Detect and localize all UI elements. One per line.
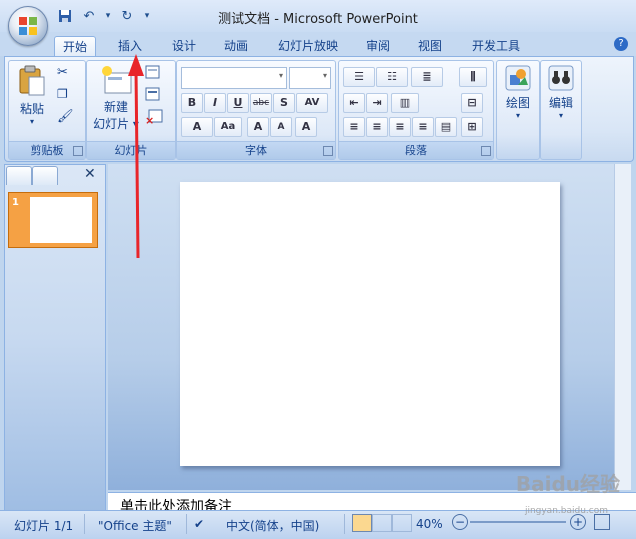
slide-thumbnail-preview [30, 197, 92, 243]
decrease-indent-button[interactable]: ⇤ [343, 93, 365, 113]
copy-icon[interactable]: ❐ [57, 87, 68, 101]
font-size-combo[interactable]: ▾ [289, 67, 331, 89]
language-status[interactable]: 中文(简体，中国) [226, 517, 319, 534]
drawing-label: 绘图 [505, 96, 530, 110]
tab-home[interactable]: 开始 [54, 36, 97, 57]
line-spacing-button[interactable]: ≣ [411, 67, 443, 87]
underline-button[interactable]: U [227, 93, 249, 113]
font-group: ▾ ▾ B I U abc S AV A Aa A A A 字体 [176, 60, 336, 160]
grow-font-button[interactable]: A [247, 117, 269, 137]
paragraph-group: ☰ ☷ ≣ ⫼ ⇤ ⇥ ▥ ⊟ ≡ ≡ ≡ ≡ ▤ ⊞ 段落 [338, 60, 494, 160]
drawing-group: 绘图 ▾ [496, 60, 540, 160]
zoom-out-icon[interactable]: − [452, 514, 468, 530]
strikethrough-button[interactable]: abc [250, 93, 272, 113]
justify-button[interactable]: ≡ [412, 117, 434, 137]
tab-view[interactable]: 视图 [410, 36, 450, 56]
window-controls [558, 0, 636, 18]
editing-group: 编辑 ▾ [540, 60, 582, 160]
change-case-button[interactable]: Aa [214, 117, 242, 137]
paste-button[interactable]: 粘贴 ▾ [15, 65, 49, 126]
binoculars-icon [548, 65, 574, 91]
slide-canvas[interactable] [180, 182, 560, 466]
clear-formatting-button[interactable]: A [295, 117, 317, 137]
close-button[interactable] [610, 0, 636, 18]
outline-tab-icon[interactable] [32, 166, 58, 185]
bullets-button[interactable]: ☰ [343, 67, 375, 87]
maximize-button[interactable] [584, 0, 610, 18]
font-group-label: 字体 [177, 141, 335, 159]
slide-sorter-view-icon[interactable] [372, 514, 392, 532]
format-painter-icon[interactable]: 🖌 [57, 109, 74, 124]
zoom-level[interactable]: 40% [416, 517, 443, 531]
cut-icon[interactable]: ✂ [57, 65, 68, 80]
editing-button[interactable]: 编辑 ▾ [542, 65, 580, 120]
tab-review[interactable]: 审阅 [358, 36, 398, 56]
center-button[interactable]: ≡ [366, 117, 388, 137]
distributed-button[interactable]: ▤ [435, 117, 457, 137]
close-pane-icon[interactable]: ✕ [84, 166, 96, 182]
numbering-button[interactable]: ☷ [376, 67, 408, 87]
zoom-slider[interactable] [470, 521, 566, 523]
shapes-icon [505, 65, 531, 91]
align-left-button[interactable]: ≡ [343, 117, 365, 137]
office-button[interactable] [8, 6, 48, 46]
tab-animations[interactable]: 动画 [216, 36, 256, 56]
status-separator [84, 514, 85, 534]
columns-button[interactable]: ▥ [391, 93, 419, 113]
editing-label: 编辑 [548, 96, 573, 110]
increase-indent-button[interactable]: ⇥ [366, 93, 388, 113]
zoom-in-icon[interactable]: + [570, 514, 586, 530]
slide-thumbnail[interactable]: 1 [8, 192, 98, 248]
status-separator [186, 514, 187, 534]
italic-button[interactable]: I [204, 93, 226, 113]
slides-tab-icon[interactable] [6, 166, 32, 185]
character-spacing-button[interactable]: AV [296, 93, 328, 113]
help-icon[interactable]: ? [614, 37, 628, 51]
smartart-button[interactable]: ⊞ [461, 117, 483, 137]
minimize-button[interactable] [558, 0, 584, 18]
office-logo-icon [19, 17, 37, 35]
window-title: 测试文档 - Microsoft PowerPoint [218, 12, 418, 27]
slide-count-status: 幻灯片 1/1 [14, 519, 74, 533]
normal-view-icon[interactable] [352, 514, 372, 532]
tab-slideshow[interactable]: 幻灯片放映 [270, 36, 346, 56]
slide-thumbnail-number: 1 [12, 197, 19, 208]
tab-insert[interactable]: 插入 [110, 36, 150, 56]
theme-status[interactable]: "Office 主题" [98, 517, 172, 534]
vertical-scrollbar[interactable] [614, 164, 631, 490]
clipboard-group: 粘贴 ▾ ✂ ❐ 🖌 剪贴板 [8, 60, 86, 160]
align-text-button[interactable]: ⊟ [461, 93, 483, 113]
shadow-button[interactable]: S [273, 93, 295, 113]
watermark-url: jingyan.baidu.com [524, 506, 608, 516]
paragraph-group-label: 段落 [339, 141, 493, 159]
font-name-combo[interactable]: ▾ [181, 67, 287, 89]
fit-slide-icon[interactable] [594, 514, 610, 530]
annotation-arrow [128, 54, 144, 258]
status-separator [344, 514, 345, 534]
paragraph-launcher-icon[interactable] [481, 146, 491, 156]
font-color-button[interactable]: A [181, 117, 213, 137]
bold-button[interactable]: B [181, 93, 203, 113]
paste-label: 粘贴 [19, 102, 44, 116]
shrink-font-button[interactable]: A [270, 117, 292, 137]
slideshow-view-icon[interactable] [392, 514, 412, 532]
tab-design[interactable]: 设计 [164, 36, 204, 56]
pane-tabs: ✕ [6, 166, 102, 186]
clipboard-launcher-icon[interactable] [73, 146, 83, 156]
paste-icon [19, 65, 45, 96]
font-launcher-icon[interactable] [323, 146, 333, 156]
tab-developer[interactable]: 开发工具 [464, 36, 528, 56]
watermark-logo: Baidu经验 [515, 472, 620, 496]
spellcheck-icon[interactable]: ✔ [194, 517, 204, 531]
text-direction-button[interactable]: ⫼ [459, 67, 487, 87]
align-right-button[interactable]: ≡ [389, 117, 411, 137]
drawing-button[interactable]: 绘图 ▾ [499, 65, 537, 120]
